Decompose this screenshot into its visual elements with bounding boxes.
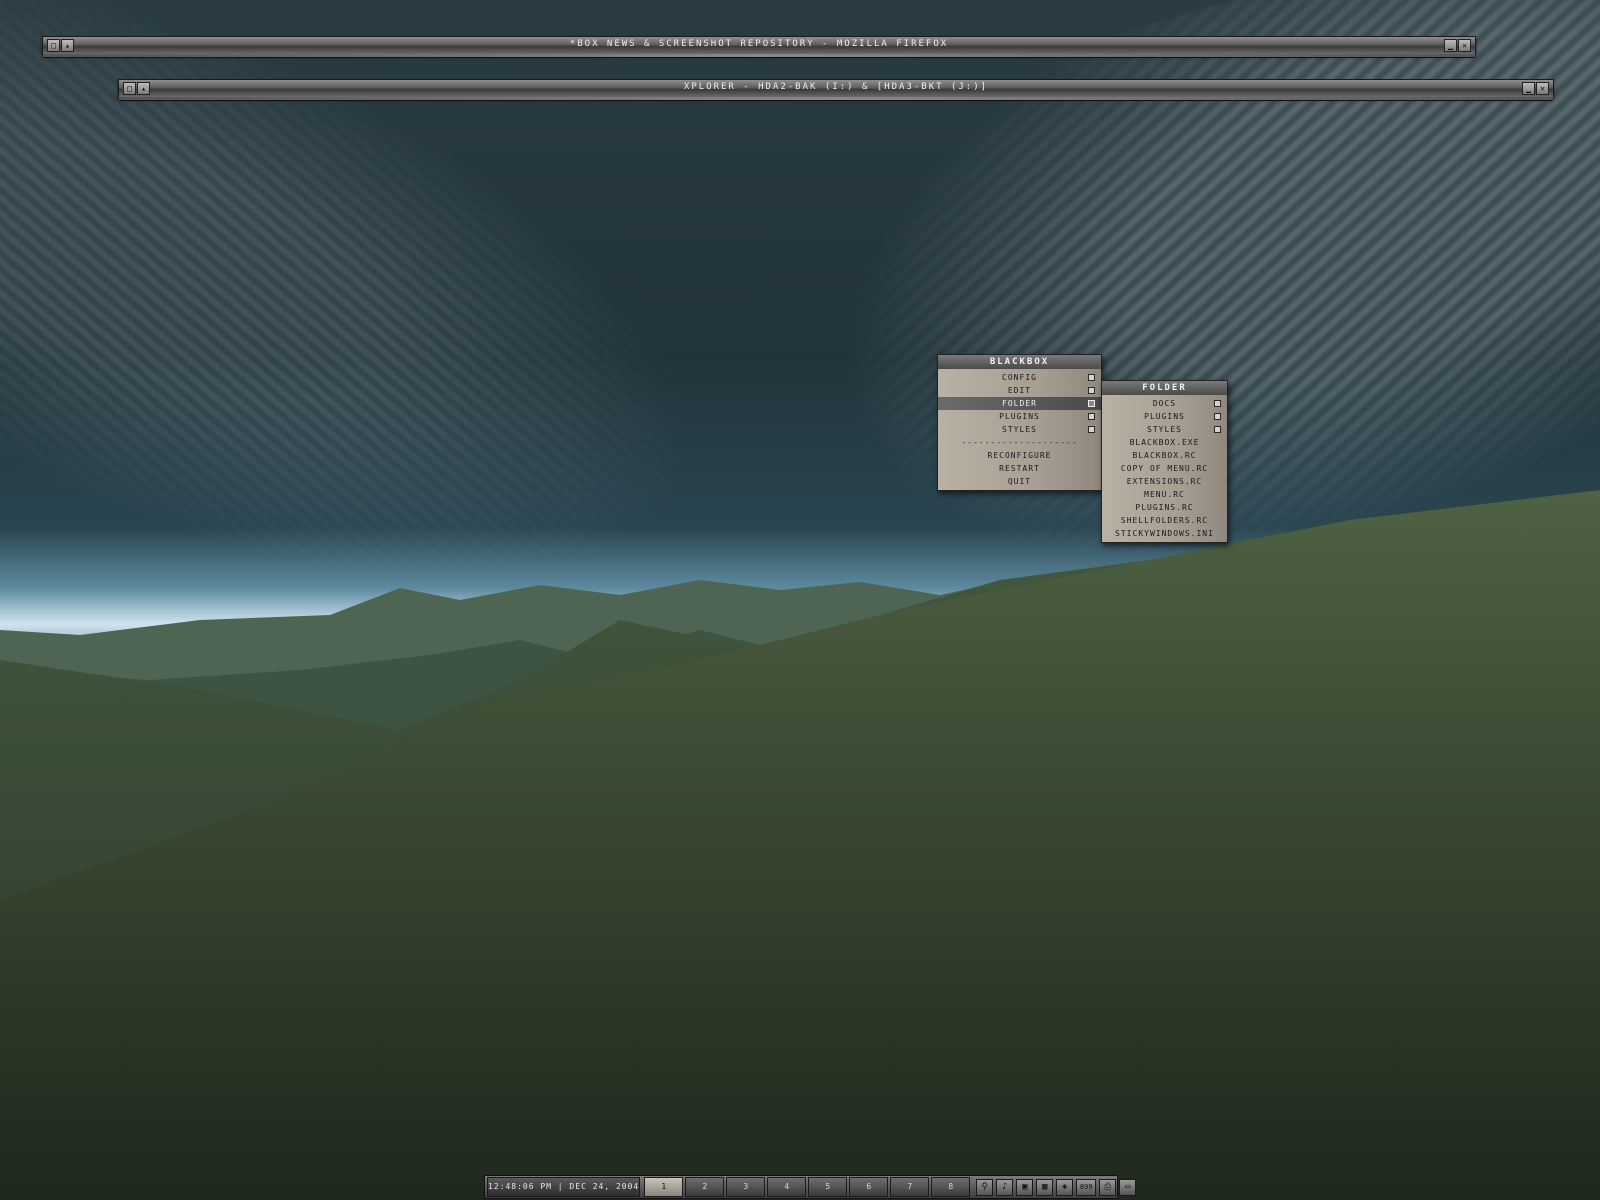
workspace-button-6[interactable]: 6 bbox=[849, 1177, 889, 1197]
menu-item-edit[interactable]: EDIT bbox=[938, 384, 1101, 397]
workspace-button-2[interactable]: 2 bbox=[685, 1177, 725, 1197]
workspace-button-5[interactable]: 5 bbox=[808, 1177, 848, 1197]
close-button[interactable]: ✕ bbox=[1458, 39, 1471, 52]
workspace-button-8[interactable]: 8 bbox=[931, 1177, 971, 1197]
folder-item-shellfolders-rc[interactable]: SHELLFOLDERS.RC bbox=[1102, 514, 1227, 527]
menu-item-folder[interactable]: FOLDER bbox=[938, 397, 1101, 410]
window-title: XPLORER - HDA2-BAK (I:) & [HDA3-BKT (J:)… bbox=[683, 82, 989, 92]
submenu-icon bbox=[1214, 413, 1221, 420]
workspace-button-1[interactable]: 1 bbox=[644, 1177, 684, 1197]
workspace-switcher: 1 2 3 4 5 6 7 8 bbox=[644, 1177, 972, 1197]
menu-item-reconfigure[interactable]: RECONFIGURE bbox=[938, 449, 1101, 462]
folder-item-plugins-rc[interactable]: PLUGINS.RC bbox=[1102, 501, 1227, 514]
blackbox-toolbar: 12:48:06 PM | DEC 24, 2004 1 2 3 4 5 6 7… bbox=[484, 1175, 1137, 1199]
window-title: *BOX NEWS & SCREENSHOT REPOSITORY - MOZI… bbox=[569, 39, 949, 49]
submenu-icon bbox=[1088, 387, 1095, 394]
network-icon[interactable]: ⚲ bbox=[976, 1178, 994, 1196]
workspace-button-4[interactable]: 4 bbox=[767, 1177, 807, 1197]
desktop-wallpaper bbox=[0, 0, 1600, 1200]
minimize-button[interactable]: ▁ bbox=[1522, 82, 1535, 95]
submenu-icon bbox=[1088, 400, 1095, 407]
grassy-hill bbox=[0, 490, 1600, 1200]
blackbox-root-menu: BLACKBOX CONFIG EDIT FOLDER PLUGINS STYL… bbox=[937, 354, 1102, 491]
folder-submenu: FOLDER DOCS PLUGINS STYLES BLACKBOX.EXE … bbox=[1101, 380, 1228, 543]
menu-item-plugins[interactable]: PLUGINS bbox=[938, 410, 1101, 423]
folder-item-menu-rc[interactable]: MENU.RC bbox=[1102, 488, 1227, 501]
submenu-icon bbox=[1214, 400, 1221, 407]
system-tray: ⚲ ♪ ▣ ▦ ◈ 899 ⎙ ▭ bbox=[976, 1178, 1137, 1196]
submenu-icon bbox=[1088, 413, 1095, 420]
minimize-button[interactable]: ▁ bbox=[1444, 39, 1457, 52]
clock-label: 12:48:06 PM | DEC 24, 2004 bbox=[487, 1177, 641, 1197]
firefox-window-titlebar[interactable]: □ ▴ *BOX NEWS & SCREENSHOT REPOSITORY - … bbox=[42, 36, 1476, 58]
submenu-icon bbox=[1214, 426, 1221, 433]
printer-icon[interactable]: ⎙ bbox=[1099, 1178, 1117, 1196]
folder-item-docs[interactable]: DOCS bbox=[1102, 397, 1227, 410]
folder-item-blackbox-exe[interactable]: BLACKBOX.EXE bbox=[1102, 436, 1227, 449]
grid-icon[interactable]: ▦ bbox=[1036, 1178, 1054, 1196]
folder-item-extensions-rc[interactable]: EXTENSIONS.RC bbox=[1102, 475, 1227, 488]
tv-icon[interactable]: ▣ bbox=[1016, 1178, 1034, 1196]
workspace-button-7[interactable]: 7 bbox=[890, 1177, 930, 1197]
folder-item-styles[interactable]: STYLES bbox=[1102, 423, 1227, 436]
workspace-button-3[interactable]: 3 bbox=[726, 1177, 766, 1197]
menu-title: BLACKBOX bbox=[938, 355, 1101, 369]
folder-item-copy-of-menu-rc[interactable]: COPY OF MENU.RC bbox=[1102, 462, 1227, 475]
shield-icon[interactable]: ◈ bbox=[1056, 1178, 1074, 1196]
folder-item-plugins[interactable]: PLUGINS bbox=[1102, 410, 1227, 423]
submenu-icon bbox=[1088, 426, 1095, 433]
xplorer-window-titlebar[interactable]: □ ▴ XPLORER - HDA2-BAK (I:) & [HDA3-BKT … bbox=[118, 79, 1554, 101]
menu-title: FOLDER bbox=[1102, 381, 1227, 395]
speaker-icon[interactable]: ♪ bbox=[996, 1178, 1014, 1196]
sysmon-icon[interactable]: 899 bbox=[1076, 1178, 1097, 1196]
menu-item-config[interactable]: CONFIG bbox=[938, 371, 1101, 384]
menu-separator: -------------------- bbox=[961, 438, 1078, 447]
folder-item-blackbox-rc[interactable]: BLACKBOX.RC bbox=[1102, 449, 1227, 462]
menu-item-quit[interactable]: QUIT bbox=[938, 475, 1101, 488]
submenu-icon bbox=[1088, 374, 1095, 381]
menu-item-styles[interactable]: STYLES bbox=[938, 423, 1101, 436]
window-icon[interactable]: ▭ bbox=[1119, 1178, 1137, 1196]
folder-item-stickywindows-ini[interactable]: STICKYWINDOWS.INI bbox=[1102, 527, 1227, 540]
close-button[interactable]: ✕ bbox=[1536, 82, 1549, 95]
menu-item-restart[interactable]: RESTART bbox=[938, 462, 1101, 475]
